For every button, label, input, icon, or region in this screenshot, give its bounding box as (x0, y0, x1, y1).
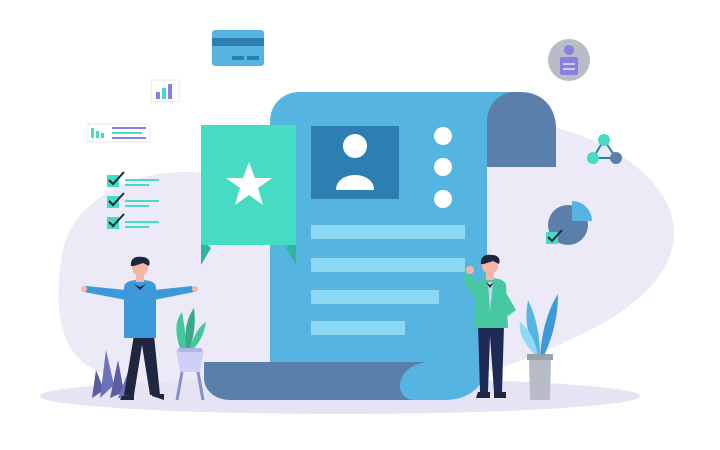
credit-card-icon (212, 30, 264, 66)
profile-photo-icon (311, 126, 399, 199)
document-bullet-dots (434, 127, 452, 208)
document-bottom-roll (204, 362, 430, 400)
ribbon-badge (201, 125, 296, 265)
user-avatar-icon (548, 39, 590, 81)
bar-chart-icon (150, 79, 180, 103)
resume-illustration (40, 30, 675, 414)
illustration-canvas (0, 0, 720, 450)
chart-list-icon (87, 123, 151, 143)
